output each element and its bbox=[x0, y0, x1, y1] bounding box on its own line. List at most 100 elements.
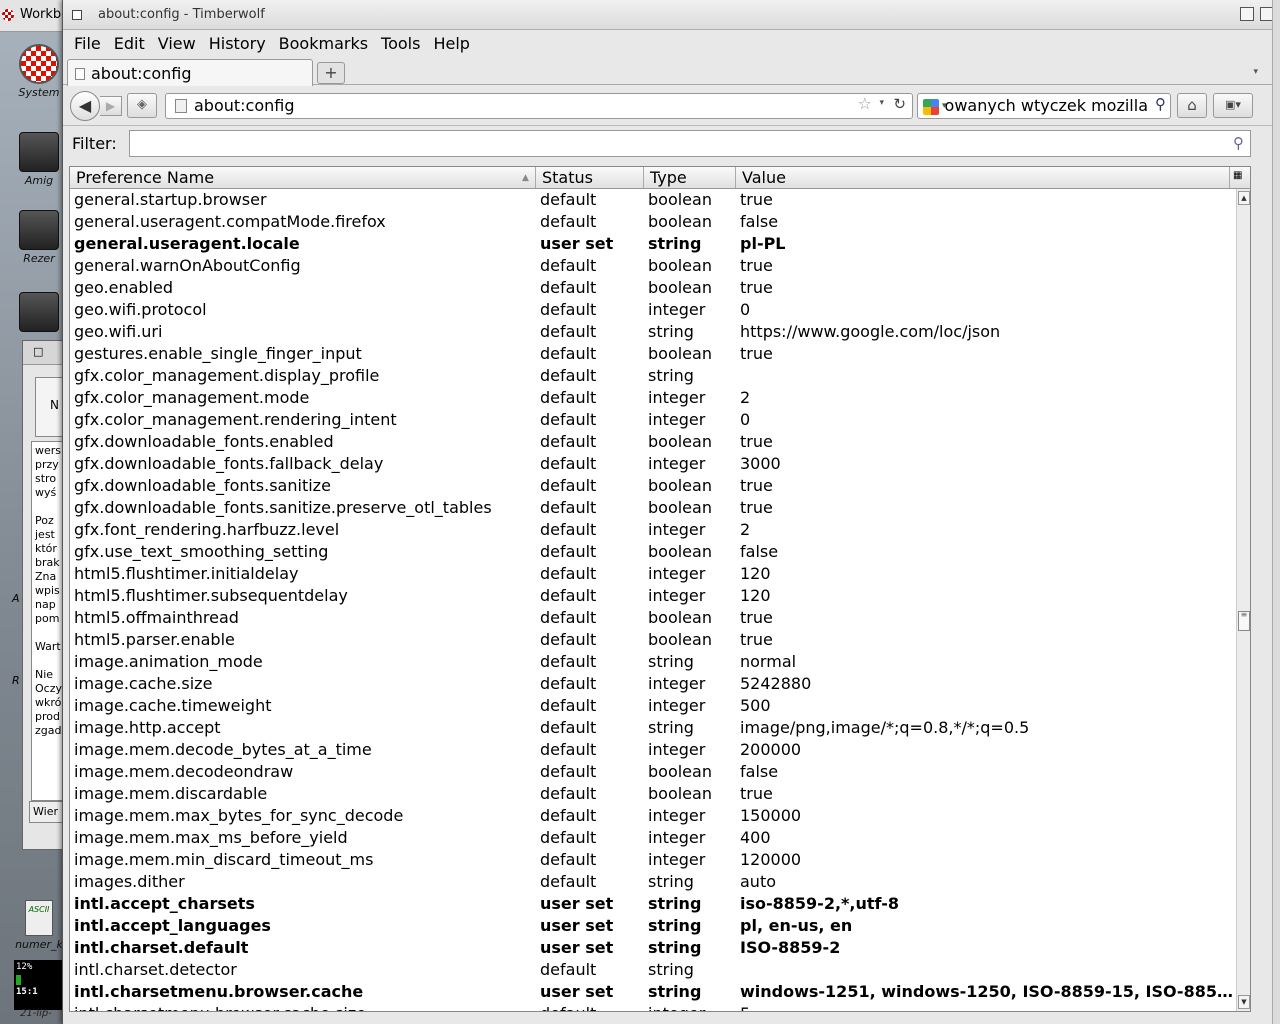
table-row[interactable]: image.http.accept default string image/png,… bbox=[70, 717, 1234, 739]
table-row[interactable]: gfx.color_management.display_profile defa… bbox=[70, 365, 1234, 387]
window-close-icon[interactable] bbox=[72, 10, 82, 20]
pref-type-cell: integer bbox=[648, 520, 706, 539]
pref-name-cell: general.useragent.locale bbox=[74, 234, 300, 253]
pref-name-cell: image.http.accept bbox=[74, 718, 221, 737]
menu-file[interactable]: File bbox=[74, 34, 101, 53]
desktop-icon-system[interactable]: System bbox=[14, 44, 64, 99]
table-row[interactable]: geo.enabled default boolean true bbox=[70, 277, 1234, 299]
table-row[interactable]: intl.charset.default user set string ISO-88… bbox=[70, 937, 1234, 959]
table-row[interactable]: gfx.downloadable_fonts.enabled default boo… bbox=[70, 431, 1234, 453]
pref-type-cell: boolean bbox=[648, 630, 712, 649]
pref-status-cell: default bbox=[540, 322, 597, 341]
menu-history[interactable]: History bbox=[209, 34, 266, 53]
tab-list-chevron-down-icon[interactable]: ▾ bbox=[1253, 67, 1258, 77]
table-row[interactable]: gfx.downloadable_fonts.sanitize.preserve… bbox=[70, 497, 1234, 519]
menu-bookmarks[interactable]: Bookmarks bbox=[279, 34, 368, 53]
table-row[interactable]: image.cache.size default integer 5242880 bbox=[70, 673, 1234, 695]
history-dropdown-icon[interactable]: ▾ bbox=[879, 98, 884, 108]
desktop-icon-drive[interactable] bbox=[14, 292, 64, 334]
pref-name-cell: gfx.color_management.rendering_intent bbox=[74, 410, 397, 429]
table-row[interactable]: geo.wifi.uri default string https://www.goo… bbox=[70, 321, 1234, 343]
column-header-name[interactable]: Preference Name bbox=[70, 167, 536, 188]
desktop-icon-numer[interactable]: ASCII numer_k bbox=[14, 900, 64, 951]
search-icon[interactable]: ⚲ bbox=[1155, 95, 1166, 113]
column-header-type[interactable]: Type bbox=[644, 167, 736, 188]
table-row[interactable]: image.mem.min_discard_timeout_ms default i… bbox=[70, 849, 1234, 871]
table-row[interactable]: html5.offmainthread default boolean true bbox=[70, 607, 1234, 629]
table-row[interactable]: gfx.use_text_smoothing_setting default boo… bbox=[70, 541, 1234, 563]
desktop-icon-rezer[interactable]: Rezer bbox=[14, 210, 64, 265]
forward-button[interactable]: ▶ bbox=[100, 96, 122, 116]
scroll-thumb[interactable]: ≡ bbox=[1238, 611, 1250, 631]
table-row[interactable]: gfx.color_management.mode default integer 2 bbox=[70, 387, 1234, 409]
table-row[interactable]: general.warnOnAboutConfig default boolean t… bbox=[70, 255, 1234, 277]
pref-type-cell: integer bbox=[648, 828, 706, 847]
vertical-scrollbar[interactable]: ▲ ≡ ▼ bbox=[1236, 189, 1250, 1011]
tab-about-config[interactable]: about:config bbox=[67, 59, 313, 86]
scroll-down-icon[interactable]: ▼ bbox=[1238, 995, 1250, 1009]
search-input[interactable]: owanych wtyczek mozilla bbox=[945, 96, 1148, 115]
table-row[interactable]: images.dither default string auto bbox=[70, 871, 1234, 893]
bookmark-star-icon[interactable]: ☆ bbox=[858, 94, 872, 113]
table-row[interactable]: general.useragent.locale user set string pl… bbox=[70, 233, 1234, 255]
new-tab-button[interactable]: + bbox=[317, 62, 345, 84]
menu-tools[interactable]: Tools bbox=[381, 34, 420, 53]
column-picker-icon[interactable]: ▦ bbox=[1230, 167, 1250, 188]
table-row[interactable]: geo.wifi.protocol default integer 0 bbox=[70, 299, 1234, 321]
table-row[interactable]: intl.charsetmenu.browser.cache.size defau… bbox=[70, 1003, 1234, 1011]
table-row[interactable]: gfx.color_management.rendering_intent def… bbox=[70, 409, 1234, 431]
pref-status-cell: default bbox=[540, 410, 597, 429]
bookmarks-menu-button[interactable]: ▣▾ bbox=[1213, 93, 1253, 118]
navigation-toolbar: ◀ ▶ ◈ about:config ☆ ▾ ↻ ▾ owanych wtycz… bbox=[63, 85, 1280, 125]
column-header-status[interactable]: Status bbox=[536, 167, 644, 188]
table-row[interactable]: image.mem.discardable default boolean true bbox=[70, 783, 1234, 805]
table-row[interactable]: image.animation_mode default string normal bbox=[70, 651, 1234, 673]
table-row[interactable]: image.mem.decode_bytes_at_a_time default i… bbox=[70, 739, 1234, 761]
table-row[interactable]: html5.flushtimer.initialdelay default inte… bbox=[70, 563, 1234, 585]
menu-help[interactable]: Help bbox=[433, 34, 469, 53]
table-row[interactable]: general.startup.browser default boolean tru… bbox=[70, 189, 1234, 211]
engine-dropdown-icon[interactable]: ▾ bbox=[942, 101, 947, 111]
home-button[interactable]: ⌂ bbox=[1177, 93, 1207, 118]
pref-status-cell: user set bbox=[540, 938, 614, 957]
pref-name-cell: general.startup.browser bbox=[74, 190, 267, 209]
table-row[interactable]: html5.parser.enable default boolean true bbox=[70, 629, 1234, 651]
table-row[interactable]: intl.accept_languages user set string pl, e… bbox=[70, 915, 1234, 937]
table-row[interactable]: image.mem.decodeondraw default boolean fals… bbox=[70, 761, 1234, 783]
menu-view[interactable]: View bbox=[158, 34, 196, 53]
url-bar[interactable]: about:config ☆ ▾ ↻ bbox=[165, 93, 913, 119]
reload-icon[interactable]: ↻ bbox=[893, 95, 906, 113]
pref-value-cell: windows-1251, windows-1250, ISO-8859-15,… bbox=[740, 982, 1233, 1001]
pref-value-cell: 3000 bbox=[740, 454, 781, 473]
table-row[interactable]: gestures.enable_single_finger_input defau… bbox=[70, 343, 1234, 365]
scroll-up-icon[interactable]: ▲ bbox=[1238, 191, 1250, 205]
pref-value-cell: 120 bbox=[740, 586, 771, 605]
pref-value-cell: true bbox=[740, 278, 773, 297]
browser-window[interactable]: about:config - Timberwolf File Edit View… bbox=[62, 0, 1280, 1024]
table-row[interactable]: html5.flushtimer.subsequentdelay default i… bbox=[70, 585, 1234, 607]
search-bar[interactable]: ▾ owanych wtyczek mozilla ⚲ bbox=[917, 93, 1171, 119]
table-row[interactable]: image.cache.timeweight default integer 500 bbox=[70, 695, 1234, 717]
table-row[interactable]: intl.accept_charsets user set string iso-88… bbox=[70, 893, 1234, 915]
table-row[interactable]: gfx.downloadable_fonts.fallback_delay def… bbox=[70, 453, 1234, 475]
filter-input[interactable]: ⚲ bbox=[129, 130, 1251, 157]
table-row[interactable]: general.useragent.compatMode.firefox defa… bbox=[70, 211, 1234, 233]
column-header-value[interactable]: Value bbox=[736, 167, 1230, 188]
pref-status-cell: default bbox=[540, 300, 597, 319]
table-row[interactable]: gfx.font_rendering.harfbuzz.level default… bbox=[70, 519, 1234, 541]
pref-value-cell: true bbox=[740, 784, 773, 803]
pref-name-cell: images.dither bbox=[74, 872, 185, 891]
table-row[interactable]: image.mem.max_bytes_for_sync_decode defau… bbox=[70, 805, 1234, 827]
window-titlebar[interactable]: about:config - Timberwolf bbox=[63, 0, 1280, 30]
pref-name-cell: geo.wifi.protocol bbox=[74, 300, 207, 319]
back-button[interactable]: ◀ bbox=[70, 91, 100, 121]
table-row[interactable]: gfx.downloadable_fonts.sanitize default bo… bbox=[70, 475, 1234, 497]
table-row[interactable]: image.mem.max_ms_before_yield default inte… bbox=[70, 827, 1234, 849]
pref-type-cell: string bbox=[648, 366, 694, 385]
table-row[interactable]: intl.charsetmenu.browser.cache user set st… bbox=[70, 981, 1234, 1003]
desktop-icon-amig[interactable]: Amig bbox=[14, 132, 64, 187]
extension-icon[interactable]: ◈ bbox=[127, 93, 157, 118]
window-iconify-icon[interactable] bbox=[1240, 7, 1254, 21]
table-row[interactable]: intl.charset.detector default string bbox=[70, 959, 1234, 981]
menu-edit[interactable]: Edit bbox=[114, 34, 145, 53]
